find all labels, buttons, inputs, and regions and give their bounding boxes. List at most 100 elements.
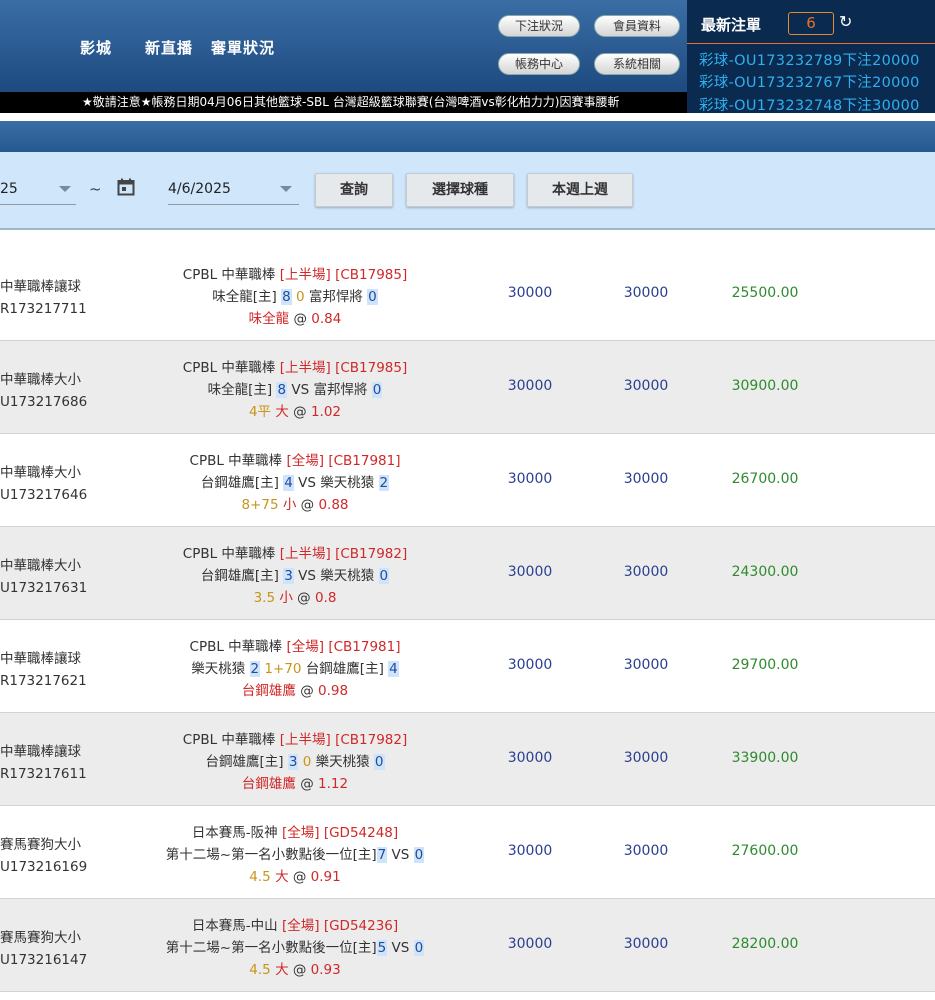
bet-type: 中華職棒讓球 — [0, 279, 81, 295]
at-sign: @ — [292, 962, 307, 978]
match-code: [CB17985] — [335, 267, 408, 283]
odds-value: 0.8 — [314, 590, 337, 606]
valid-amount: 30000 — [623, 471, 669, 487]
bet-type: 中華職棒讓球 — [0, 744, 81, 760]
match-code: [CB17982] — [335, 546, 408, 562]
nav-live[interactable]: 新直播 — [145, 37, 193, 58]
score-b: 0 — [371, 382, 383, 398]
handicap-or-vs: 0 — [295, 289, 305, 305]
table-row: 中華職棒讓球 R173217711 CPBL 中華職棒 [上半場] [CB179… — [0, 248, 935, 341]
week-toggle-button[interactable]: 本週上週 — [527, 173, 633, 207]
period-tag: [上半場] — [279, 546, 331, 562]
query-button[interactable]: 查詢 — [315, 173, 393, 207]
chevron-down-icon[interactable] — [59, 186, 71, 192]
odds-value: 0.98 — [318, 683, 349, 699]
calendar-icon[interactable] — [117, 178, 135, 196]
bet-amount: 30000 — [507, 285, 553, 301]
bet-id: R173217611 — [0, 766, 87, 782]
bet-id: U173216169 — [0, 859, 88, 875]
valid-amount: 30000 — [623, 378, 669, 394]
at-sign: @ — [297, 590, 311, 606]
bet-detail-cell: CPBL 中華職棒 [上半場] [CB17982] 台鋼雄鷹[主] 3 0 樂天… — [130, 729, 460, 795]
table-row: 中華職棒大小 U173217686 CPBL 中華職棒 [上半場] [CB179… — [0, 341, 935, 434]
table-row: 中華職棒讓球 R173217611 CPBL 中華職棒 [上半場] [CB179… — [0, 713, 935, 806]
period-tag: [全場] — [281, 918, 320, 934]
pick-value: 大 — [275, 404, 289, 420]
bet-type: 賽馬賽狗大小 — [0, 930, 81, 946]
league-name: CPBL 中華職棒 — [182, 267, 276, 283]
pick-value: 大 — [275, 869, 289, 885]
win-amount: 26700.00 — [731, 471, 799, 487]
score-b: 0 — [378, 568, 390, 584]
win-amount: 25500.00 — [731, 285, 799, 301]
pick-value: 大 — [275, 962, 289, 978]
period-tag: [全場] — [286, 453, 325, 469]
handicap-or-vs: VS — [298, 475, 316, 491]
bet-type: 中華職棒大小 — [0, 372, 81, 388]
latest-bet-item[interactable]: 彩球-OU173232748下注30000 — [699, 94, 920, 115]
team-a: 第十二場~第一名小數點後一位[主] — [165, 847, 377, 863]
bet-amount: 30000 — [507, 564, 553, 580]
team-b: 樂天桃猿 — [320, 568, 375, 584]
bet-category-cell: 中華職棒大小 U173217646 — [0, 462, 87, 506]
nav-cinema[interactable]: 影城 — [80, 37, 112, 58]
team-a: 台鋼雄鷹[主] — [205, 754, 284, 770]
bet-category-cell: 賽馬賽狗大小 U173216147 — [0, 927, 87, 971]
latest-bet-item[interactable]: 彩球-OU173232767下注20000 — [699, 71, 920, 92]
team-b: 樂天桃猿 — [320, 475, 375, 491]
latest-bets-count: 6 — [788, 12, 834, 35]
at-sign: @ — [300, 776, 314, 792]
handicap-or-vs: VS — [391, 847, 410, 863]
latest-bet-item[interactable]: 彩球-OU173232789下注20000 — [699, 49, 920, 70]
bet-detail-cell: CPBL 中華職棒 [上半場] [CB17985] 味全龍[主] 8 0 富邦悍… — [130, 264, 460, 330]
table-row: 中華職棒大小 U173217646 CPBL 中華職棒 [全場] [CB1798… — [0, 434, 935, 527]
score-b: 0 — [413, 847, 425, 863]
league-name: CPBL 中華職棒 — [182, 546, 276, 562]
win-amount: 30900.00 — [731, 378, 799, 394]
bet-status-button[interactable]: 下注狀況 — [498, 15, 580, 37]
bet-category-cell: 中華職棒大小 U173217686 — [0, 369, 87, 413]
bet-detail-cell: 日本賽馬-阪神 [全場] [GD54248] 第十二場~第一名小數點後一位[主]… — [130, 822, 460, 888]
bet-category-cell: 賽馬賽狗大小 U173216169 — [0, 834, 87, 878]
table-row: 賽馬賽狗大小 U173216169 日本賽馬-阪神 [全場] [GD54248]… — [0, 806, 935, 899]
odds-value: 0.84 — [311, 311, 342, 327]
score-b: 2 — [378, 475, 390, 491]
member-info-button[interactable]: 會員資料 — [594, 15, 680, 37]
refresh-icon[interactable]: ↻ — [839, 12, 852, 31]
bet-amount: 30000 — [507, 750, 553, 766]
score-a: 5 — [376, 940, 388, 956]
match-code: [GD54236] — [323, 918, 399, 934]
team-a: 味全龍[主] — [207, 382, 273, 398]
bet-id: R173217711 — [0, 301, 87, 317]
end-date-value: 4/6/2025 — [168, 181, 231, 197]
line-value: 4.5 — [249, 869, 271, 885]
select-sport-button[interactable]: 選擇球種 — [406, 173, 514, 207]
line-value: 8+75 — [241, 497, 279, 513]
chevron-down-icon[interactable] — [280, 186, 292, 192]
system-button[interactable]: 系統相關 — [594, 53, 680, 75]
team-a: 味全龍[主] — [212, 289, 277, 305]
valid-amount: 30000 — [623, 657, 669, 673]
period-tag: [上半場] — [279, 360, 331, 376]
odds-value: 0.91 — [310, 869, 341, 885]
bet-detail-cell: CPBL 中華職棒 [全場] [CB17981] 樂天桃猿 2 1+70 台鋼雄… — [130, 636, 460, 702]
nav-review-status[interactable]: 審單狀況 — [211, 37, 275, 58]
league-name: CPBL 中華職棒 — [182, 732, 276, 748]
bet-id: U173217631 — [0, 580, 88, 596]
league-name: CPBL 中華職棒 — [182, 360, 276, 376]
bet-category-cell: 中華職棒讓球 R173217611 — [0, 741, 87, 785]
win-amount: 33900.00 — [731, 750, 799, 766]
score-b: 0 — [373, 754, 385, 770]
line-value: 4.5 — [249, 962, 271, 978]
odds-value: 1.02 — [310, 404, 342, 420]
win-amount: 27600.00 — [731, 843, 799, 859]
bet-category-cell: 中華職棒讓球 R173217711 — [0, 276, 87, 320]
odds-value: 0.88 — [318, 497, 349, 513]
score-a: 2 — [249, 661, 261, 677]
bet-type: 中華職棒大小 — [0, 465, 81, 481]
accounting-button[interactable]: 帳務中心 — [498, 53, 580, 75]
odds-value: 1.12 — [318, 776, 349, 792]
start-date-value: 25 — [0, 181, 18, 197]
league-name: 日本賽馬-中山 — [191, 918, 278, 934]
match-code: [CB17985] — [335, 360, 408, 376]
